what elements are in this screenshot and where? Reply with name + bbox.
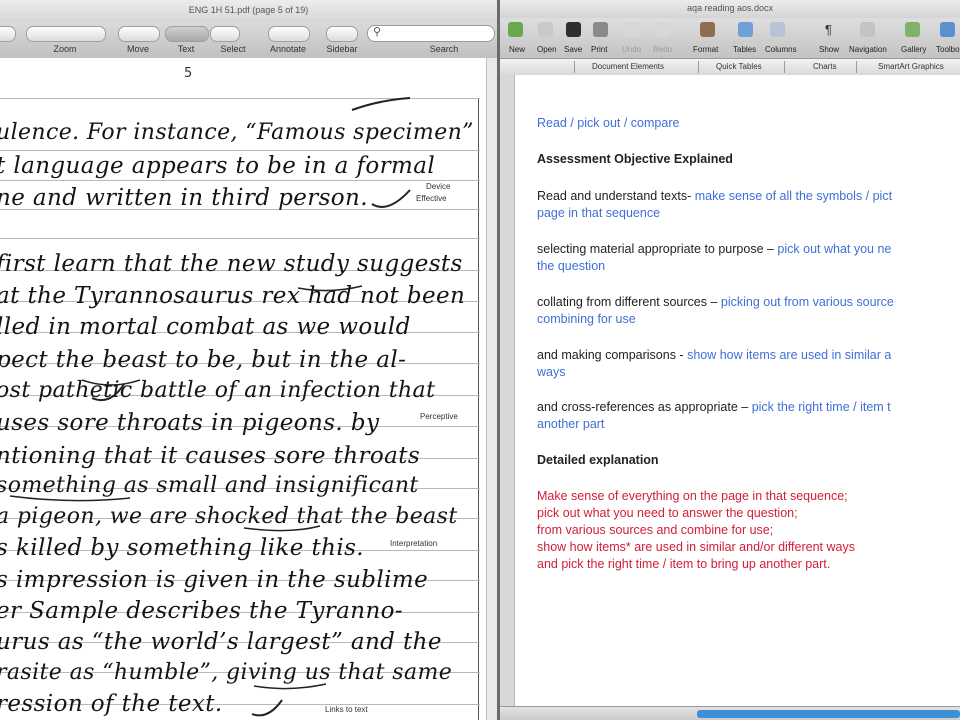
underline-mark (9, 495, 131, 502)
doc-line: selecting material appropriate to purpos… (537, 242, 892, 256)
new-doc-icon[interactable] (508, 22, 523, 37)
document-page[interactable]: Read / pick out / compare Assessment Obj… (515, 75, 960, 705)
save-icon[interactable] (566, 22, 581, 37)
tab-smartart[interactable]: SmartArt Graphics (878, 62, 944, 71)
word-left-ruler (500, 75, 515, 720)
columns-label: Columns (765, 45, 797, 54)
undo-label: Undo (622, 45, 642, 54)
sidebar-label: Sidebar (326, 44, 358, 54)
ribbon-tabs: Document Elements Quick Tables Charts Sm… (500, 58, 960, 76)
ribbon-separator (698, 61, 699, 73)
format-label: Format (693, 45, 719, 54)
format-painter-icon[interactable] (700, 22, 715, 37)
underline-mark (297, 285, 363, 292)
ribbon-separator (784, 61, 785, 73)
doc-red-line: show how items* are used in similar and/… (537, 540, 855, 554)
doc-line: Read / pick out / compare (537, 116, 680, 130)
doc-red-line: pick out what you need to answer the que… (537, 506, 798, 520)
tick-mark (251, 699, 283, 717)
undo-icon[interactable] (624, 22, 639, 37)
zoom-label: Zoom (53, 44, 77, 54)
doc-line: and making comparisons - show how items … (537, 348, 892, 362)
word-window-title: aqa reading aos.docx (686, 3, 774, 13)
redo-label: Redo (653, 45, 673, 54)
tick-mark (371, 189, 411, 208)
annotate-label: Annotate (269, 44, 307, 54)
redo-icon[interactable] (655, 22, 670, 37)
doc-line: page in that sequence (537, 206, 661, 220)
doc-line: and cross-references as appropriate – pi… (537, 400, 891, 414)
navigation-icon[interactable] (860, 22, 875, 37)
underline-mark (253, 683, 327, 690)
select-tool-button[interactable] (210, 26, 240, 42)
pilcrow-icon[interactable]: ¶ (821, 22, 836, 37)
columns-icon[interactable] (770, 22, 785, 37)
word-toolbar: New Open Save Print Undo Redo Format Tab… (500, 18, 960, 58)
word-titlebar: aqa reading aos.docx (500, 0, 960, 18)
print-icon[interactable] (593, 22, 608, 37)
underline-mark (243, 525, 321, 532)
show-label: Show (819, 45, 840, 54)
new-label: New (509, 45, 526, 54)
tab-document-elements[interactable]: Document Elements (592, 62, 664, 71)
pdf-toolbar: Zoom Move Text Select Annotate Sidebar ⚲… (0, 22, 497, 59)
search-label: Search (429, 44, 459, 54)
tab-charts[interactable]: Charts (813, 62, 837, 71)
sidebar-toggle-button[interactable] (326, 26, 358, 42)
annotate-button[interactable] (268, 26, 310, 42)
tab-quick-tables[interactable]: Quick Tables (716, 62, 762, 71)
select-label: Select (220, 44, 246, 54)
open-label: Open (537, 45, 557, 54)
navigation-label: Navigation (849, 45, 887, 54)
underline-mark (81, 379, 141, 386)
search-icon: ⚲ (373, 26, 382, 38)
open-icon[interactable] (538, 22, 553, 37)
text-tool-button[interactable] (165, 26, 209, 42)
tables-label: Tables (733, 45, 757, 54)
save-label: Save (564, 45, 583, 54)
word-status-bar (500, 706, 960, 720)
doc-line: ways (537, 365, 566, 379)
ribbon-separator (574, 61, 575, 73)
view-toggle-button[interactable] (0, 26, 16, 42)
toolbox-label: Toolbox (936, 45, 960, 54)
doc-line: collating from different sources – picki… (537, 295, 894, 309)
pdf-window-title: ENG 1H 51.pdf (page 5 of 19) (188, 5, 309, 15)
pdf-scrollbar[interactable] (486, 58, 497, 720)
tick-mark (91, 383, 125, 402)
pdf-viewer-window: ENG 1H 51.pdf (page 5 of 19) Zoom Move T… (0, 0, 497, 720)
tables-icon[interactable] (738, 22, 753, 37)
doc-line: combining for use (537, 312, 636, 326)
move-tool-button[interactable] (118, 26, 160, 42)
tick-mark (351, 97, 411, 111)
doc-line: another part (537, 417, 605, 431)
gallery-label: Gallery (901, 45, 927, 54)
doc-heading: Detailed explanation (537, 453, 659, 467)
examiner-marks (9, 97, 411, 717)
pdf-search-field[interactable]: ⚲ (367, 25, 495, 42)
print-label: Print (591, 45, 608, 54)
doc-line: the question (537, 259, 606, 273)
ribbon-separator (856, 61, 857, 73)
pdf-titlebar: ENG 1H 51.pdf (page 5 of 19) (0, 0, 497, 22)
toolbox-icon[interactable] (940, 22, 955, 37)
doc-red-line: from various sources and combine for use… (537, 523, 774, 537)
word-window: aqa reading aos.docx New Open Save Print… (500, 0, 960, 720)
doc-red-line: Make sense of everything on the page in … (537, 489, 848, 503)
gallery-icon[interactable] (905, 22, 920, 37)
doc-heading: Assessment Objective Explained (537, 152, 733, 166)
zoom-control[interactable] (26, 26, 106, 42)
doc-red-line: and pick the right time / item to bring … (537, 557, 831, 571)
doc-line: Read and understand texts- make sense of… (537, 189, 893, 203)
progress-bar (697, 710, 960, 718)
pdf-page: 5 ulence. For instance, “Famous specimen… (0, 58, 486, 720)
